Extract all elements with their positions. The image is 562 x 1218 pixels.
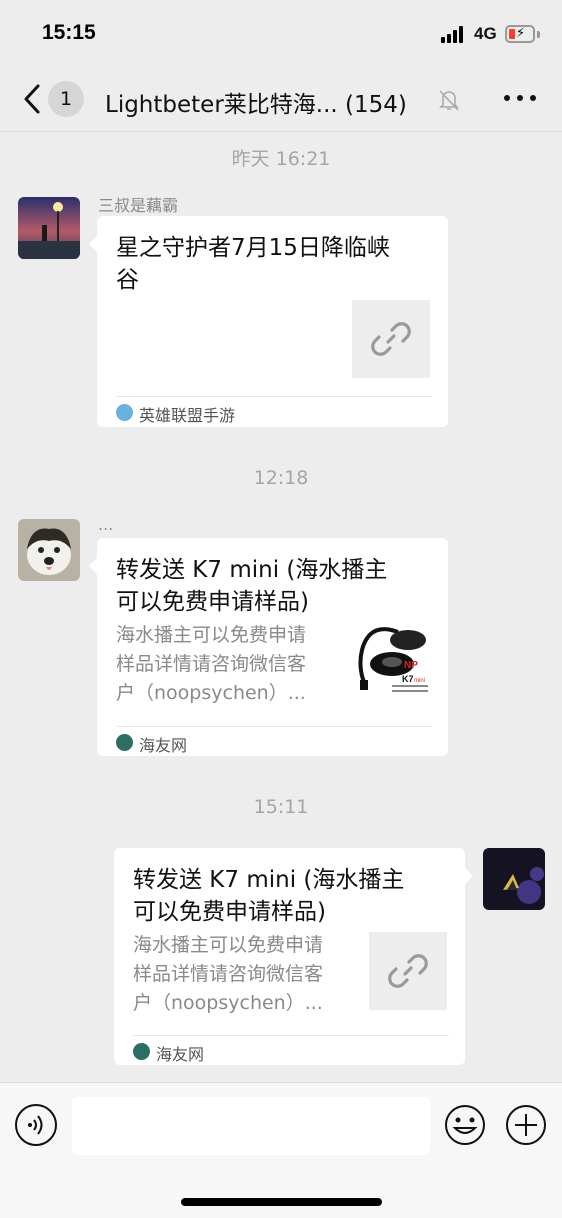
sender-name: 三叔是藕霸: [98, 196, 179, 215]
card-title: 转发送 K7 mini (海水播主 可以免费申请样品): [116, 557, 388, 615]
game-app-icon: [116, 404, 133, 421]
link-card[interactable]: 转发送 K7 mini (海水播主 可以免费申请样品) 海水播主可以免费申请 样…: [114, 848, 473, 1065]
emoji-icon[interactable]: [444, 1104, 486, 1146]
network-label: 4G: [474, 24, 497, 43]
product-image: NP K7 mini: [352, 622, 430, 700]
svg-text:NP: NP: [404, 660, 418, 671]
battery-tip: [537, 31, 540, 38]
avatar[interactable]: [18, 197, 80, 259]
card-title: 转发送 K7 mini (海水播主 可以免费申请样品): [133, 867, 405, 925]
source-name: 海友网: [156, 1045, 205, 1064]
battery-icon: ⚡: [505, 25, 535, 43]
link-icon: [388, 954, 428, 988]
link-icon: [371, 322, 411, 356]
voice-icon: [28, 1115, 43, 1135]
home-indicator[interactable]: [181, 1198, 382, 1206]
plus-icon[interactable]: [505, 1104, 547, 1146]
card-description: 海水播主可以免费申请 样品详情请咨询微信客 户（noopsychen）...: [116, 624, 307, 704]
sender-name: ...: [98, 515, 114, 534]
timestamp: 15:11: [253, 796, 309, 818]
more-options-icon[interactable]: [504, 95, 536, 103]
signal-icon: [441, 26, 467, 43]
message-input[interactable]: [72, 1097, 430, 1155]
timestamp: 12:18: [253, 467, 309, 489]
chat-title: Lightbeter莱比特海... (154): [105, 92, 407, 118]
unread-count-badge[interactable]: 1: [48, 81, 84, 117]
self-avatar[interactable]: [483, 848, 545, 910]
status-time: 15:15: [42, 21, 96, 44]
svg-text:K7: K7: [402, 674, 414, 684]
card-description: 海水播主可以免费申请 样品详情请咨询微信客 户（noopsychen）...: [133, 934, 324, 1014]
back-icon[interactable]: [18, 82, 48, 116]
link-thumb: [369, 932, 447, 1010]
status-bar: 15:15 4G ⚡: [0, 0, 562, 66]
mute-bell-icon: [439, 90, 459, 111]
source-name: 海友网: [139, 736, 188, 755]
source-name: 英雄联盟手游: [139, 406, 236, 425]
avatar[interactable]: [18, 519, 80, 581]
chat-nav-bar: 1 Lightbeter莱比特海... (154): [0, 66, 562, 132]
card-title: 星之守护者7月15日降临峡 谷: [116, 235, 390, 293]
link-card[interactable]: 转发送 K7 mini (海水播主 可以免费申请样品) 海水播主可以免费申请 样…: [89, 538, 448, 756]
voice-input-button[interactable]: [15, 1104, 57, 1146]
source-icon: [133, 1043, 150, 1060]
timestamp: 昨天 16:21: [231, 148, 331, 170]
link-card[interactable]: 星之守护者7月15日降临峡 谷 英雄联盟手游: [89, 216, 448, 427]
svg-text:mini: mini: [414, 678, 425, 684]
source-icon: [116, 734, 133, 751]
link-thumb: [352, 300, 430, 378]
